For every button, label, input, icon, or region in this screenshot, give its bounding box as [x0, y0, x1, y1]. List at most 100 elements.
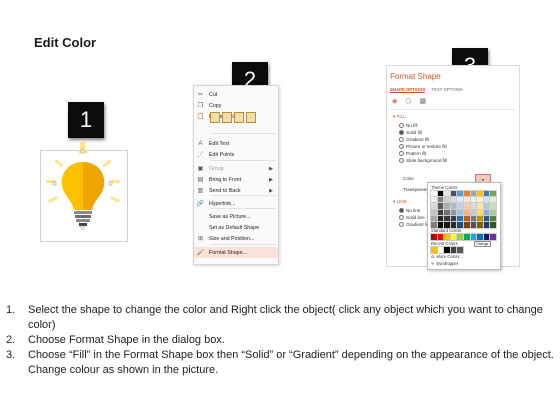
color-swatch[interactable] [482, 196, 491, 204]
color-swatch[interactable] [436, 214, 445, 223]
more-colors-item[interactable]: ✿ More Colors... [431, 254, 463, 259]
radio-button[interactable] [399, 123, 404, 128]
tab-text-options[interactable]: TEXT OPTIONS [431, 87, 462, 93]
color-swatch[interactable] [456, 190, 465, 198]
menu-item-copy[interactable]: ❐ Copy [194, 100, 278, 111]
color-swatch[interactable] [469, 208, 478, 217]
color-swatch[interactable] [482, 221, 491, 229]
radio-button[interactable] [399, 137, 404, 142]
menu-item-edit-text[interactable]: A Edit Text [194, 138, 278, 149]
color-swatch[interactable] [469, 190, 478, 198]
color-swatch[interactable] [436, 196, 445, 204]
color-swatch[interactable] [449, 233, 458, 241]
radio-button[interactable] [399, 222, 404, 227]
line-section-header[interactable]: ▾ LINE [393, 199, 407, 205]
eyedropper-item[interactable]: ✎ Eyedropper [431, 261, 458, 266]
color-swatch[interactable] [443, 196, 452, 204]
color-swatch[interactable] [462, 233, 471, 241]
fill-option[interactable]: Pattern fill [399, 151, 426, 156]
color-swatch[interactable] [449, 246, 458, 254]
color-swatch[interactable] [436, 190, 445, 198]
color-swatch[interactable] [469, 202, 478, 210]
radio-button[interactable] [399, 158, 404, 163]
menu-item-edit-points[interactable]: ⋰ Edit Points [194, 149, 278, 160]
color-swatch[interactable] [462, 202, 471, 210]
fill-option[interactable]: Solid fill [399, 130, 422, 135]
color-swatch[interactable] [476, 196, 485, 204]
color-swatch[interactable] [462, 196, 471, 204]
color-swatch[interactable] [469, 221, 478, 229]
color-swatch[interactable] [482, 208, 491, 217]
color-swatch[interactable] [443, 233, 452, 241]
color-swatch[interactable] [489, 208, 498, 217]
fill-line-icon[interactable]: ◈ [392, 97, 397, 105]
color-swatch[interactable] [430, 208, 438, 217]
color-swatch[interactable] [462, 214, 471, 223]
color-swatch[interactable] [489, 190, 498, 198]
paste-option-icon[interactable] [234, 112, 244, 123]
color-swatch[interactable] [436, 233, 445, 241]
effects-icon[interactable]: ⬠ [405, 97, 411, 105]
color-swatch[interactable] [489, 221, 498, 229]
color-swatch[interactable] [443, 190, 452, 198]
radio-button[interactable] [399, 208, 404, 213]
menu-item-format-shape[interactable]: 🖌 Format Shape... [194, 247, 278, 258]
tab-shape-options[interactable]: SHAPE OPTIONS [390, 87, 426, 93]
menu-item-cut[interactable]: ✂ Cut [194, 89, 278, 100]
color-swatch[interactable] [482, 233, 491, 241]
menu-item-group[interactable]: ▣ Group ▶ [194, 163, 278, 174]
menu-item-bring-to-front[interactable]: ▤ Bring to Front ▶ [194, 174, 278, 185]
lightbulb-shape[interactable] [40, 140, 130, 240]
color-swatch[interactable] [489, 196, 498, 204]
color-swatch[interactable] [469, 214, 478, 223]
menu-item-set-as-default-shape[interactable]: Set as Default Shape [194, 222, 278, 233]
color-swatch[interactable] [476, 190, 485, 198]
color-swatch[interactable] [443, 208, 452, 217]
color-swatch[interactable] [456, 246, 465, 254]
color-swatch[interactable] [436, 246, 445, 254]
color-swatch[interactable] [469, 233, 478, 241]
size-properties-icon[interactable]: ▦ [419, 97, 426, 105]
color-swatch[interactable] [469, 196, 478, 204]
line-option[interactable]: No line [399, 208, 420, 213]
color-swatch[interactable] [476, 202, 485, 210]
fill-section-header[interactable]: ▾ FILL [393, 114, 406, 120]
color-swatch[interactable] [430, 246, 438, 254]
color-swatch[interactable] [443, 214, 452, 223]
color-swatch[interactable] [443, 202, 452, 210]
color-swatch[interactable] [476, 214, 485, 223]
color-swatch[interactable] [476, 208, 485, 217]
color-swatch[interactable] [456, 196, 465, 204]
paste-option-icon[interactable] [222, 112, 232, 123]
fill-option[interactable]: Picture or texture fill [399, 144, 447, 149]
color-swatch[interactable] [430, 214, 438, 223]
color-swatch[interactable] [476, 233, 485, 241]
menu-item-save-as-picture[interactable]: Save as Picture... [194, 211, 278, 222]
color-swatch[interactable] [462, 221, 471, 229]
color-swatch[interactable] [456, 233, 465, 241]
color-swatch[interactable] [489, 233, 498, 241]
color-swatch[interactable] [436, 202, 445, 210]
fill-option[interactable]: Slide background fill [399, 158, 447, 163]
color-swatch[interactable] [489, 214, 498, 223]
color-swatch[interactable] [456, 202, 465, 210]
color-swatch[interactable] [449, 208, 458, 217]
color-swatch[interactable] [456, 221, 465, 229]
color-swatch[interactable] [482, 202, 491, 210]
color-swatch[interactable] [436, 208, 445, 217]
color-swatch[interactable] [456, 208, 465, 217]
color-swatch[interactable] [456, 214, 465, 223]
menu-item-size-and-position[interactable]: ⊞ Size and Position... [194, 233, 278, 244]
color-swatch[interactable] [482, 190, 491, 198]
radio-button[interactable] [399, 151, 404, 156]
radio-button[interactable] [399, 215, 404, 220]
fill-option[interactable]: Gradient fill [399, 137, 429, 142]
color-swatch[interactable] [430, 190, 438, 198]
color-swatch[interactable] [449, 190, 458, 198]
radio-button[interactable] [399, 130, 404, 135]
color-swatch[interactable] [430, 202, 438, 210]
color-swatch[interactable] [449, 196, 458, 204]
color-swatch[interactable] [449, 214, 458, 223]
color-swatch[interactable] [462, 190, 471, 198]
color-swatch[interactable] [430, 196, 438, 204]
